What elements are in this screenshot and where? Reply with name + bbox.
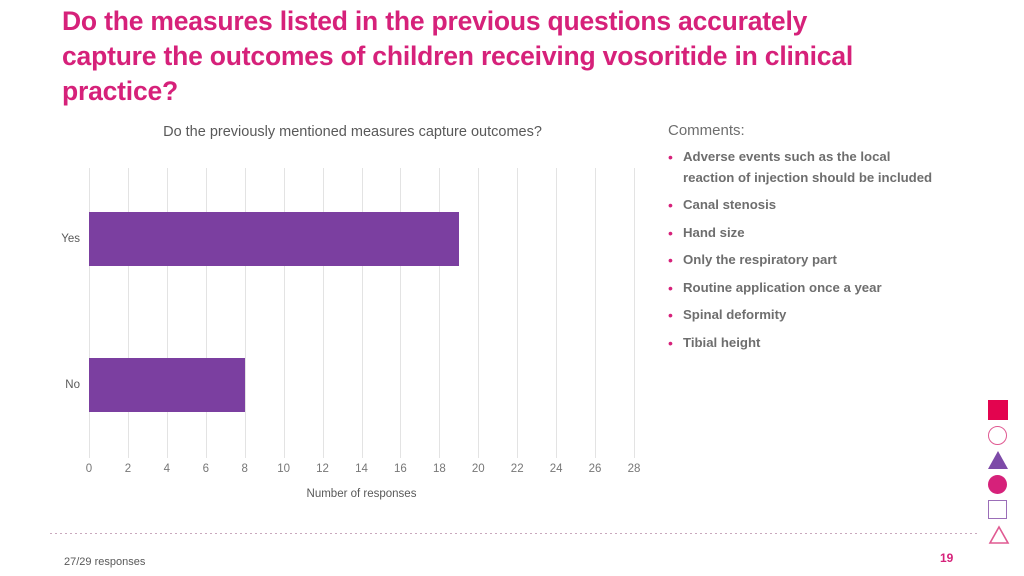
x-axis-tick-label: 4 bbox=[163, 463, 171, 475]
chart-gridline bbox=[556, 168, 558, 458]
comment-text: Tibial height bbox=[683, 334, 761, 350]
x-axis-label: Number of responses bbox=[306, 488, 417, 500]
page-number: 19 bbox=[940, 551, 954, 565]
comment-item: • Hand size bbox=[668, 223, 938, 244]
footer-responses-count: 27/29 responses bbox=[64, 556, 146, 568]
comment-text: Routine application once a year bbox=[683, 279, 882, 295]
comment-text: Hand size bbox=[683, 224, 745, 240]
comment-item: • Spinal deformity bbox=[668, 305, 938, 326]
chart-gridline bbox=[478, 168, 480, 458]
comment-item: • Canal stenosis bbox=[668, 195, 938, 216]
comment-item: • Routine application once a year bbox=[668, 278, 938, 299]
chart-gridline bbox=[634, 168, 635, 458]
comments-list: • Adverse events such as the local reacti… bbox=[668, 147, 938, 353]
bullet-icon: • bbox=[668, 307, 673, 323]
bullet-icon: • bbox=[668, 224, 673, 241]
y-axis-tick-label: No bbox=[65, 379, 80, 391]
comment-item: • Only the respiratory part bbox=[668, 250, 938, 271]
x-axis-tick-label: 28 bbox=[627, 463, 641, 475]
square-filled-icon bbox=[988, 400, 1008, 420]
x-axis-tick-label: 10 bbox=[277, 463, 291, 475]
x-axis-tick-label: 24 bbox=[549, 463, 563, 475]
chart-plot-area: Yes No 0 2 4 6 8 10 12 14 16 18 20 22 24 26 28 Number of … bbox=[61, 168, 640, 500]
comment-item: • Adverse events such as the local reacti… bbox=[668, 147, 938, 188]
x-axis-tick-label: 8 bbox=[241, 463, 248, 475]
bullet-icon: • bbox=[668, 197, 673, 213]
chart-bar: No bbox=[65, 358, 245, 412]
comment-text: Adverse events such as the local reactio… bbox=[683, 149, 933, 185]
bullet-icon: • bbox=[668, 149, 673, 165]
comments-heading: Comments: bbox=[668, 122, 745, 139]
comment-text: Canal stenosis bbox=[683, 197, 777, 212]
comment-text: Only the respiratory part bbox=[683, 252, 837, 267]
x-axis-tick-label: 14 bbox=[355, 463, 368, 475]
comment-text: Spinal deformity bbox=[683, 307, 787, 322]
comments-panel: Comments: • Adverse events such as the lo… bbox=[668, 120, 938, 360]
bar-chart: Do the previously mentioned measures cap… bbox=[45, 122, 660, 502]
x-axis-tick-label: 12 bbox=[316, 463, 329, 475]
y-axis-tick-label: Yes bbox=[61, 233, 80, 245]
bullet-icon: • bbox=[668, 334, 673, 351]
decorative-shapes bbox=[988, 400, 1016, 551]
chart-bar: Yes bbox=[61, 212, 459, 266]
circle-filled-icon bbox=[988, 475, 1007, 494]
x-axis-tick-label: 16 bbox=[394, 463, 407, 475]
bullet-icon: • bbox=[668, 279, 673, 296]
chart-gridline bbox=[595, 168, 597, 458]
triangle-filled-icon bbox=[988, 451, 1008, 469]
chart-gridline bbox=[517, 168, 519, 458]
x-axis-tick-label: 0 bbox=[85, 463, 93, 475]
circle-outline-icon bbox=[988, 426, 1007, 445]
page-title: Do the measures listed in the previous q… bbox=[62, 6, 854, 106]
x-axis-tick-label: 26 bbox=[588, 463, 602, 475]
bullet-icon: • bbox=[668, 252, 673, 268]
square-outline-icon bbox=[988, 500, 1007, 519]
comment-item: • Tibial height bbox=[668, 333, 938, 354]
x-axis-tick-label: 22 bbox=[510, 463, 524, 475]
chart-title: Do the previously mentioned measures cap… bbox=[163, 124, 542, 140]
footer-divider bbox=[50, 533, 978, 534]
x-axis-tick-label: 18 bbox=[432, 463, 446, 475]
triangle-outline-icon bbox=[988, 525, 1010, 545]
x-axis-tick-label: 6 bbox=[202, 463, 209, 475]
x-axis-tick-label: 2 bbox=[124, 463, 132, 475]
x-axis-tick-label: 20 bbox=[471, 463, 485, 475]
